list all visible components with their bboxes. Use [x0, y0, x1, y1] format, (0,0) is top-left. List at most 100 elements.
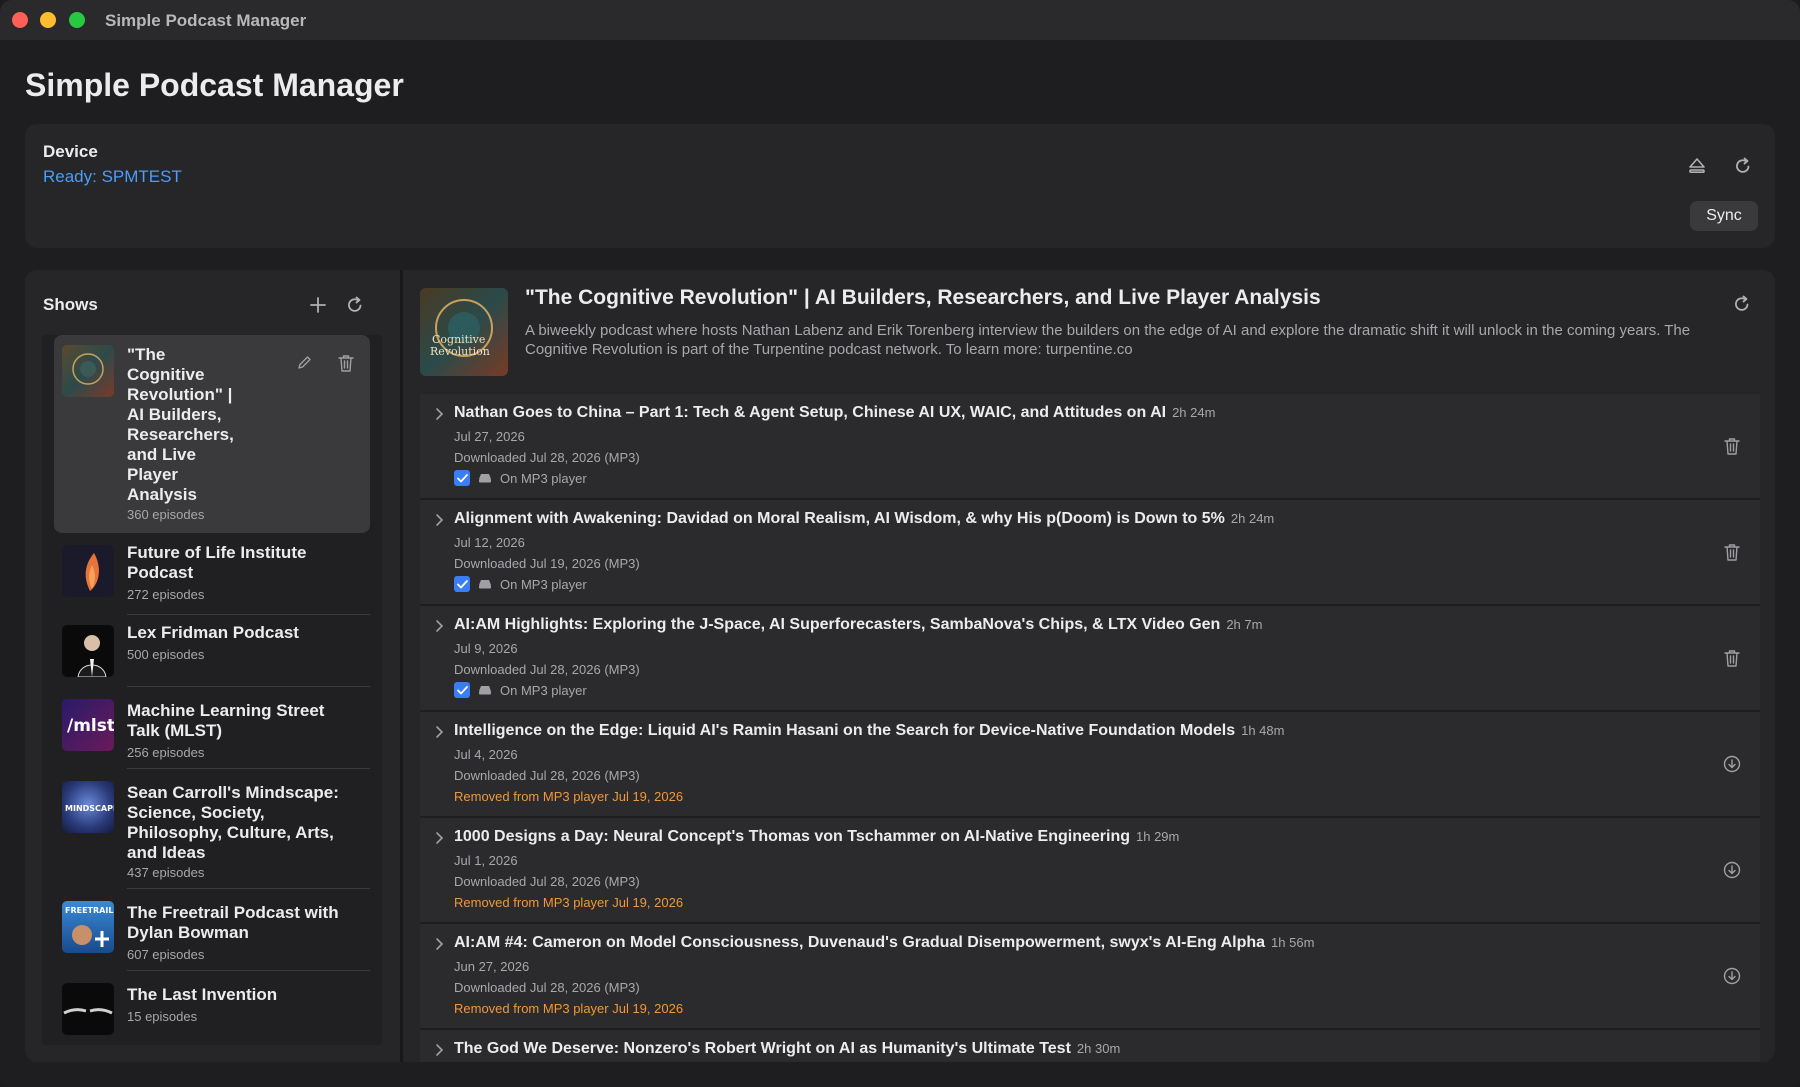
page-title: Simple Podcast Manager: [25, 67, 404, 103]
device-status: Ready: SPMTEST: [43, 167, 182, 186]
podcast-artwork: Cognitive Revolution: [420, 288, 508, 376]
show-item-future-of-life[interactable]: Future of Life Institute Podcast 272 epi…: [54, 539, 370, 615]
show-name: Machine Learning Street Talk (MLST): [127, 701, 325, 740]
trash-icon[interactable]: [1720, 540, 1744, 564]
chevron-right-icon[interactable]: [432, 407, 446, 421]
episode-title: AI:AM #4: Cameron on Model Consciousness…: [454, 934, 1315, 951]
episode-date: Jul 27, 2026: [454, 429, 525, 444]
shows-sidebar: Shows "The Cognitive Revolution" | AI Bu…: [25, 270, 400, 1062]
show-episode-count: 360 episodes: [127, 507, 205, 522]
svg-text:MINDSCAPE: MINDSCAPE: [65, 804, 114, 813]
episode-download-status: Downloaded Jul 19, 2026 (MP3): [454, 556, 640, 571]
divider: [127, 768, 370, 769]
trash-icon[interactable]: [1720, 434, 1744, 458]
chevron-right-icon[interactable]: [432, 937, 446, 951]
divider: [127, 614, 370, 615]
episode-download-status: Downloaded Jul 28, 2026 (MP3): [454, 768, 640, 783]
refresh-shows-icon[interactable]: [342, 292, 368, 318]
drive-icon: [478, 685, 492, 695]
refresh-podcast-icon[interactable]: [1728, 290, 1756, 318]
on-player-label: On MP3 player: [500, 470, 587, 486]
chevron-right-icon[interactable]: [432, 513, 446, 527]
show-item-mlst[interactable]: /mlst Machine Learning Street Talk (MLST…: [54, 691, 370, 769]
show-name: Sean Carroll's Mindscape: Science, Socie…: [127, 783, 339, 862]
download-icon[interactable]: [1720, 964, 1744, 988]
episode-title: Nathan Goes to China – Part 1: Tech & Ag…: [454, 404, 1216, 421]
add-show-icon[interactable]: [305, 292, 331, 318]
episode-row[interactable]: The God We Deserve: Nonzero's Robert Wri…: [420, 1030, 1760, 1062]
episode-download-status: Downloaded Jul 28, 2026 (MP3): [454, 662, 640, 677]
device-label: Device: [43, 142, 98, 161]
on-player-checkbox[interactable]: [454, 576, 470, 592]
show-name: Lex Fridman Podcast: [127, 623, 299, 642]
chevron-right-icon[interactable]: [432, 1043, 446, 1057]
podcast-title: "The Cognitive Revolution" | AI Builders…: [525, 286, 1321, 309]
episode-row[interactable]: Intelligence on the Edge: Liquid AI's Ra…: [420, 712, 1760, 816]
episode-date: Jun 27, 2026: [454, 959, 530, 974]
episode-title: 1000 Designs a Day: Neural Concept's Tho…: [454, 828, 1180, 845]
maximize-window-button[interactable]: [69, 12, 85, 28]
shows-title: Shows: [43, 295, 98, 314]
episode-duration: 1h 56m: [1271, 935, 1315, 950]
close-window-button[interactable]: [12, 12, 28, 28]
episode-date: Jul 4, 2026: [454, 747, 518, 762]
episode-row[interactable]: 1000 Designs a Day: Neural Concept's Tho…: [420, 818, 1760, 922]
on-player-label: On MP3 player: [500, 576, 587, 592]
app-window: Simple Podcast Manager Simple Podcast Ma…: [0, 0, 1800, 1087]
chevron-right-icon[interactable]: [432, 619, 446, 633]
show-name: The Freetrail Podcast with Dylan Bowman: [127, 903, 339, 942]
on-player-status: On MP3 player: [454, 576, 587, 592]
show-list: "The Cognitive Revolution" | AI Builders…: [42, 335, 382, 1045]
minimize-window-button[interactable]: [40, 12, 56, 28]
on-player-checkbox[interactable]: [454, 682, 470, 698]
show-artwork: [62, 345, 114, 397]
window-title: Simple Podcast Manager: [105, 11, 307, 30]
episode-title: Intelligence on the Edge: Liquid AI's Ra…: [454, 722, 1285, 739]
show-episode-count: 256 episodes: [127, 745, 205, 760]
episode-row[interactable]: Alignment with Awakening: Davidad on Mor…: [420, 500, 1760, 604]
episode-row[interactable]: Nathan Goes to China – Part 1: Tech & Ag…: [420, 394, 1760, 498]
trash-icon[interactable]: [334, 351, 358, 375]
download-icon[interactable]: [1720, 858, 1744, 882]
show-episode-count: 437 episodes: [127, 865, 205, 880]
sync-button[interactable]: Sync: [1690, 201, 1758, 231]
episode-download-status: Downloaded Jul 28, 2026 (MP3): [454, 874, 640, 889]
chevron-right-icon[interactable]: [432, 831, 446, 845]
episode-title: AI:AM Highlights: Exploring the J-Space,…: [454, 616, 1263, 633]
episode-date: Jul 1, 2026: [454, 853, 518, 868]
show-episode-count: 607 episodes: [127, 947, 205, 962]
chevron-right-icon[interactable]: [432, 725, 446, 739]
episode-duration: 2h 30m: [1076, 1041, 1121, 1056]
show-item-cognitive-revolution[interactable]: "The Cognitive Revolution" | AI Builders…: [54, 335, 370, 533]
removed-status: Removed from MP3 player Jul 19, 2026: [454, 895, 684, 910]
episode-download-status: Downloaded Jul 28, 2026 (MP3): [454, 450, 640, 465]
episode-row[interactable]: AI:AM Highlights: Exploring the J-Space,…: [420, 606, 1760, 710]
podcast-description: A biweekly podcast where hosts Nathan La…: [525, 322, 1691, 358]
download-icon[interactable]: [1720, 752, 1744, 776]
on-player-checkbox[interactable]: [454, 470, 470, 486]
trash-icon[interactable]: [1720, 646, 1744, 670]
refresh-device-icon[interactable]: [1729, 152, 1757, 180]
show-artwork: [62, 625, 114, 677]
removed-status: Removed from MP3 player Jul 19, 2026: [454, 789, 684, 804]
divider: [127, 686, 370, 687]
episode-duration: 2h 24m: [1172, 405, 1216, 420]
eject-icon[interactable]: [1683, 152, 1711, 180]
show-artwork: MINDSCAPE: [62, 781, 114, 833]
show-item-last-invention[interactable]: The Last Invention 15 episodes: [54, 975, 370, 1045]
show-artwork: [62, 545, 114, 597]
show-item-freetrail[interactable]: FREETRAIL The Freetrail Podcast with Dyl…: [54, 893, 370, 971]
episode-duration: 2h 7m: [1226, 617, 1263, 632]
show-artwork: /mlst: [62, 699, 114, 751]
drive-icon: [478, 473, 492, 483]
show-item-lex-fridman[interactable]: Lex Fridman Podcast 500 episodes: [54, 619, 370, 687]
svg-text:FREETRAIL: FREETRAIL: [65, 906, 113, 915]
episode-date: Jul 9, 2026: [454, 641, 518, 656]
episode-title: The God We Deserve: Nonzero's Robert Wri…: [454, 1040, 1121, 1057]
drive-icon: [478, 579, 492, 589]
episode-row[interactable]: AI:AM #4: Cameron on Model Consciousness…: [420, 924, 1760, 1028]
show-episode-count: 272 episodes: [127, 587, 205, 602]
show-item-mindscape[interactable]: MINDSCAPE Sean Carroll's Mindscape: Scie…: [54, 773, 370, 889]
device-panel: Device Ready: SPMTEST Sync: [25, 124, 1775, 248]
edit-pencil-icon[interactable]: [292, 351, 316, 375]
